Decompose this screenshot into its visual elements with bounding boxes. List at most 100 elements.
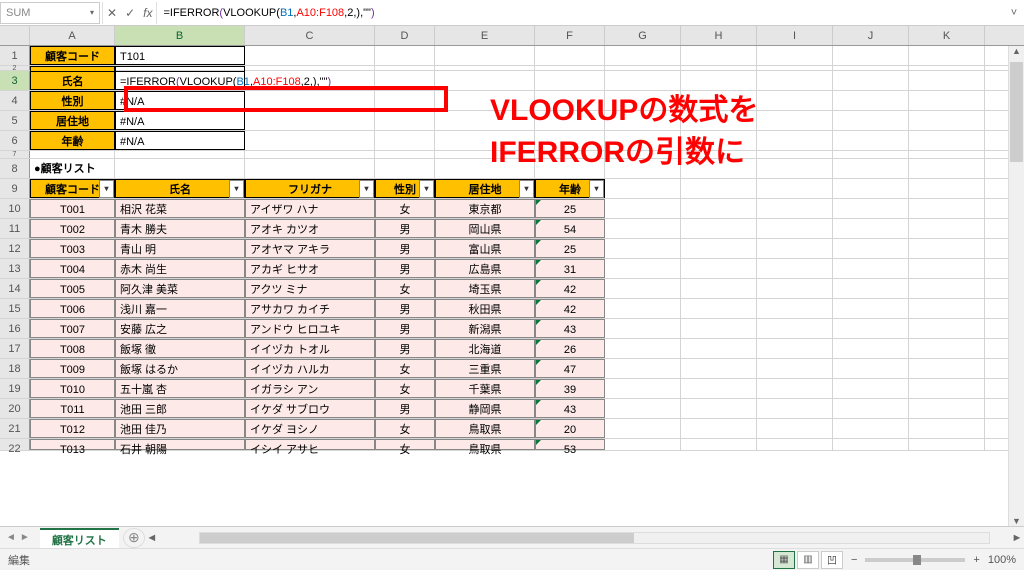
cell-furigana[interactable]: アンドウ ヒロユキ [245,319,375,338]
zoom-in-icon[interactable]: + [973,554,979,566]
row-header[interactable]: 20 [0,399,30,418]
filter-icon[interactable]: ▾ [359,180,374,198]
cell-label-code[interactable]: 顧客コード [30,46,115,65]
page-break-view-icon[interactable]: 凹 [821,551,843,569]
cell-value-region[interactable]: #N/A [115,111,245,130]
select-all-corner[interactable] [0,26,30,45]
row-header[interactable]: 10 [0,199,30,218]
row-header[interactable]: 19 [0,379,30,398]
filter-icon[interactable]: ▾ [99,180,114,198]
hdr-age[interactable]: 年齢▾ [535,179,605,198]
add-sheet-button[interactable]: ⊕ [123,528,145,548]
row-header[interactable]: 6 [0,131,30,150]
cell-gender[interactable]: 男 [375,319,435,338]
cell-age[interactable]: 54 [535,219,605,238]
cell-furigana[interactable]: イイヅカ トオル [245,339,375,358]
cell-furigana[interactable]: アクツ ミナ [245,279,375,298]
cell-code[interactable]: T012 [30,419,115,438]
hscroll-right-icon[interactable]: ► [1010,532,1024,544]
cell-gender[interactable]: 女 [375,199,435,218]
scroll-thumb[interactable] [1010,62,1023,162]
row-header[interactable]: 13 [0,259,30,278]
cell-name[interactable]: 赤木 尚生 [115,259,245,278]
cell-gender[interactable]: 男 [375,339,435,358]
row-header[interactable]: 9 [0,179,30,198]
cell-code[interactable]: T008 [30,339,115,358]
cell-name[interactable]: 飯塚 はるか [115,359,245,378]
cell-age[interactable]: 43 [535,399,605,418]
col-header-e[interactable]: E [435,26,535,45]
cell-age[interactable]: 42 [535,279,605,298]
cell-region[interactable]: 広島県 [435,259,535,278]
row-header[interactable]: 4 [0,91,30,110]
hdr-name[interactable]: 氏名▾ [115,179,245,198]
horizontal-scrollbar[interactable] [199,532,990,544]
cell-age[interactable]: 47 [535,359,605,378]
cell-region[interactable]: 岡山県 [435,219,535,238]
cell-name[interactable]: 池田 三郎 [115,399,245,418]
col-header-f[interactable]: F [535,26,605,45]
zoom-level[interactable]: 100% [988,554,1016,566]
row-header[interactable]: 21 [0,419,30,438]
cell-age[interactable]: 26 [535,339,605,358]
cell-region[interactable]: 埼玉県 [435,279,535,298]
col-header-b[interactable]: B [115,26,245,45]
cell-age[interactable]: 31 [535,259,605,278]
filter-icon[interactable]: ▾ [419,180,434,198]
cell-region[interactable]: 北海道 [435,339,535,358]
cell-gender[interactable]: 女 [375,359,435,378]
cell-code[interactable]: T002 [30,219,115,238]
zoom-thumb[interactable] [913,555,921,565]
col-header-g[interactable]: G [605,26,681,45]
cell-gender[interactable]: 男 [375,299,435,318]
cell-code[interactable]: T006 [30,299,115,318]
cell-value-age[interactable]: #N/A [115,131,245,150]
cell-label-gender[interactable]: 性別 [30,91,115,110]
cell-code[interactable]: T010 [30,379,115,398]
cell-age[interactable]: 25 [535,199,605,218]
cell-region[interactable]: 秋田県 [435,299,535,318]
filter-icon[interactable]: ▾ [229,180,244,198]
cell-code[interactable]: T001 [30,199,115,218]
cell-region[interactable]: 鳥取県 [435,439,535,450]
cell-name[interactable]: 池田 佳乃 [115,419,245,438]
formula-expand-icon[interactable]: ˅ [1004,7,1024,19]
cell-name[interactable]: 五十嵐 杏 [115,379,245,398]
scroll-thumb[interactable] [200,533,634,543]
tab-nav-prev-icon[interactable]: ◄ [6,532,16,543]
col-header-c[interactable]: C [245,26,375,45]
cell-name[interactable]: 青木 勝夫 [115,219,245,238]
col-header-d[interactable]: D [375,26,435,45]
row-header[interactable]: 8 [0,159,30,178]
cell-furigana[interactable]: アオヤマ アキラ [245,239,375,258]
vertical-scrollbar[interactable]: ▲ ▼ [1008,46,1024,526]
cell-age[interactable]: 53 [535,439,605,450]
confirm-icon[interactable]: ✓ [125,6,135,20]
cell-code[interactable]: T007 [30,319,115,338]
row-header[interactable]: 14 [0,279,30,298]
cell-value-gender[interactable]: #N/A [115,91,245,110]
cell-name[interactable]: 浅川 嘉一 [115,299,245,318]
col-header-j[interactable]: J [833,26,909,45]
cell-code[interactable]: T003 [30,239,115,258]
cell-gender[interactable]: 男 [375,259,435,278]
cell-gender[interactable]: 女 [375,439,435,450]
row-header[interactable]: 7 [0,151,30,158]
row-header[interactable]: 11 [0,219,30,238]
cell-furigana[interactable]: イケダ ヨシノ [245,419,375,438]
row-header[interactable]: 3 [0,71,30,90]
normal-view-icon[interactable]: ▦ [773,551,795,569]
cell-name[interactable]: 飯塚 徹 [115,339,245,358]
cell-label-region[interactable]: 居住地 [30,111,115,130]
hscroll-left-icon[interactable]: ◄ [145,532,159,544]
row-header[interactable]: 17 [0,339,30,358]
fx-icon[interactable]: fx [143,6,152,20]
cell-gender[interactable]: 女 [375,279,435,298]
cell-code[interactable]: T011 [30,399,115,418]
cell-furigana[interactable]: イイヅカ ハルカ [245,359,375,378]
cell-name[interactable]: 石井 朝陽 [115,439,245,450]
zoom-out-icon[interactable]: − [851,554,857,566]
row-header[interactable]: 18 [0,359,30,378]
cell-label-name[interactable]: 氏名 [30,71,115,90]
tab-nav-next-icon[interactable]: ► [20,532,30,543]
